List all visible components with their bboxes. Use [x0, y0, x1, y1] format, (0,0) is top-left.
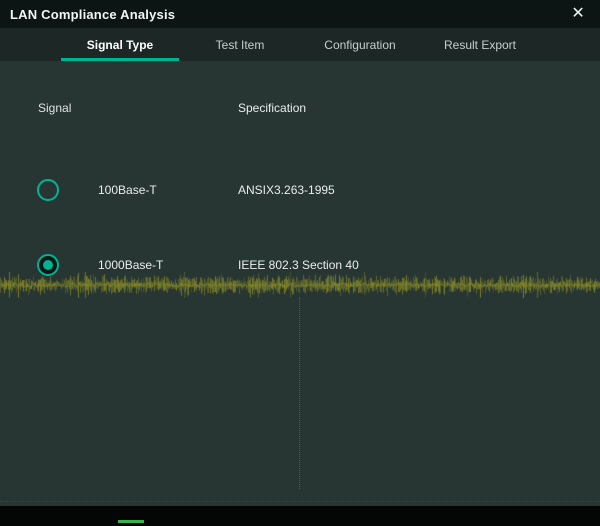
- tab-result-export[interactable]: Result Export: [420, 28, 540, 61]
- graticule-horizontal-line: [0, 501, 600, 502]
- graticule-vertical-line: [299, 297, 300, 489]
- signal-label: 1000Base-T: [98, 258, 163, 272]
- lan-compliance-dialog: LAN Compliance Analysis ✕ Signal Type Te…: [0, 0, 600, 526]
- tab-signal-type[interactable]: Signal Type: [60, 28, 180, 61]
- waveform-noise-trace: [0, 272, 600, 298]
- tab-label: Test Item: [216, 38, 265, 52]
- radio-100base-t[interactable]: [37, 179, 59, 201]
- close-icon[interactable]: ✕: [566, 6, 590, 22]
- window-title: LAN Compliance Analysis: [10, 7, 175, 22]
- tab-configuration[interactable]: Configuration: [300, 28, 420, 61]
- bottom-bar: [0, 506, 600, 526]
- tab-label: Result Export: [444, 38, 516, 52]
- window-titlebar: LAN Compliance Analysis ✕: [0, 0, 600, 28]
- bottom-indicator: [118, 520, 144, 523]
- specification-label: ANSIX3.263-1995: [238, 183, 335, 197]
- tab-label: Configuration: [324, 38, 395, 52]
- dialog-body: Signal Specification 100Base-T ANSIX3.26…: [0, 61, 600, 506]
- tab-bar: Signal Type Test Item Configuration Resu…: [0, 28, 600, 61]
- column-header-signal: Signal: [38, 101, 71, 115]
- tab-label: Signal Type: [87, 38, 153, 52]
- column-header-specification: Specification: [238, 101, 306, 115]
- signal-row-100base-t[interactable]: 100Base-T ANSIX3.263-1995: [0, 175, 600, 205]
- specification-label: IEEE 802.3 Section 40: [238, 258, 359, 272]
- tab-test-item[interactable]: Test Item: [180, 28, 300, 61]
- signal-label: 100Base-T: [98, 183, 157, 197]
